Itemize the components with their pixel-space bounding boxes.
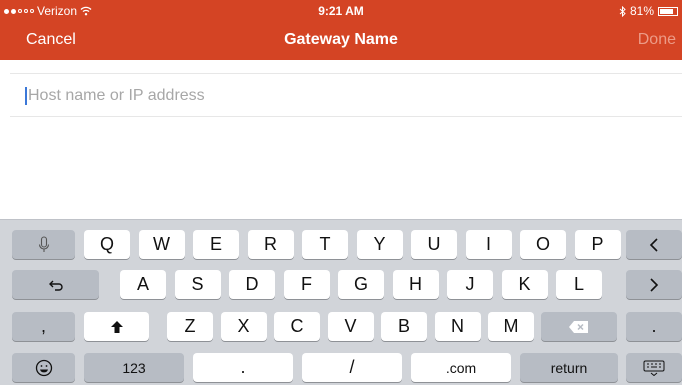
hide-keyboard-key[interactable] bbox=[626, 353, 682, 382]
undo-icon bbox=[48, 280, 63, 291]
chevron-right-icon bbox=[650, 277, 659, 292]
key-o[interactable]: O bbox=[520, 230, 566, 259]
shift-key[interactable] bbox=[84, 312, 149, 341]
dotcom-key-label: .com bbox=[445, 359, 477, 376]
key-label: G bbox=[353, 274, 368, 294]
key-f[interactable]: F bbox=[283, 270, 330, 299]
key-u[interactable]: U bbox=[411, 230, 457, 259]
previous-field-key[interactable] bbox=[626, 230, 682, 259]
header: Verizon 9:21 AM 81% Cancel Gateway Name … bbox=[0, 0, 682, 60]
key-label: L bbox=[573, 274, 584, 294]
key-label: X bbox=[237, 316, 250, 336]
key-p[interactable]: P bbox=[574, 230, 621, 259]
key-label: F bbox=[301, 274, 312, 294]
status-bar: Verizon 9:21 AM 81% bbox=[0, 0, 682, 22]
key-label: C bbox=[290, 316, 304, 336]
dot-key[interactable]: . bbox=[193, 353, 293, 382]
key-i[interactable]: I bbox=[465, 230, 512, 259]
key-t[interactable]: T bbox=[302, 230, 348, 259]
key-label: E bbox=[209, 234, 222, 254]
key-label: T bbox=[319, 234, 331, 254]
undo-key[interactable] bbox=[12, 270, 99, 299]
navigation-bar: Cancel Gateway Name Done bbox=[0, 22, 682, 60]
key-l[interactable]: L bbox=[556, 270, 602, 299]
keyboard-hide-icon bbox=[643, 360, 665, 376]
key-j[interactable]: J bbox=[447, 270, 493, 299]
delete-key[interactable] bbox=[541, 312, 617, 341]
key-label: D bbox=[245, 274, 259, 294]
key-label: N bbox=[451, 316, 464, 336]
key-w[interactable]: W bbox=[138, 230, 185, 259]
chevron-left-icon bbox=[649, 237, 658, 252]
numbers-key-label: 123 bbox=[122, 359, 146, 376]
page-title: Gateway Name bbox=[284, 31, 398, 48]
next-field-key[interactable] bbox=[626, 270, 682, 299]
key-s[interactable]: S bbox=[174, 270, 221, 299]
key-h[interactable]: H bbox=[392, 270, 439, 299]
battery-percent: 81% bbox=[629, 4, 654, 18]
keyboard: Q W E R T Y U I O P A S D F G H J K L , Z X C V B N M . 123 . /… bbox=[0, 219, 682, 385]
dotcom-key[interactable]: .com bbox=[411, 353, 511, 382]
key-x[interactable]: X bbox=[220, 312, 267, 341]
key-k[interactable]: K bbox=[501, 270, 548, 299]
key-label: B bbox=[397, 316, 410, 336]
emoji-icon bbox=[35, 359, 52, 376]
bluetooth-icon bbox=[619, 5, 626, 17]
key-d[interactable]: D bbox=[229, 270, 275, 299]
return-key[interactable]: return bbox=[520, 353, 618, 382]
comma-key[interactable]: , bbox=[12, 312, 75, 341]
key-label: P bbox=[591, 234, 604, 254]
key-a[interactable]: A bbox=[120, 270, 166, 299]
numbers-key[interactable]: 123 bbox=[84, 353, 184, 382]
key-label: O bbox=[535, 234, 550, 254]
key-label: Y bbox=[373, 234, 386, 254]
battery-info: 81% bbox=[619, 4, 678, 18]
key-label: M bbox=[503, 316, 519, 336]
key-v[interactable]: V bbox=[327, 312, 374, 341]
key-n[interactable]: N bbox=[434, 312, 481, 341]
slash-key[interactable]: / bbox=[302, 353, 402, 382]
dot-key-label: . bbox=[240, 357, 246, 377]
key-label: J bbox=[465, 274, 475, 294]
period-key[interactable]: . bbox=[626, 312, 682, 341]
done-button[interactable]: Done bbox=[638, 31, 676, 49]
status-time: 9:21 AM bbox=[318, 4, 364, 18]
key-m[interactable]: M bbox=[488, 312, 534, 341]
emoji-key[interactable] bbox=[12, 353, 75, 382]
comma-key-label: , bbox=[40, 316, 46, 336]
key-c[interactable]: C bbox=[274, 312, 320, 341]
return-key-label: return bbox=[550, 359, 588, 376]
key-label: V bbox=[344, 316, 357, 336]
delete-icon bbox=[569, 320, 588, 333]
key-label: R bbox=[264, 234, 277, 254]
key-label: W bbox=[153, 234, 170, 254]
key-q[interactable]: Q bbox=[84, 230, 130, 259]
key-label: S bbox=[191, 274, 204, 294]
key-label: Z bbox=[184, 316, 196, 336]
slash-key-label: / bbox=[349, 357, 355, 377]
shift-icon bbox=[110, 320, 123, 333]
key-label: K bbox=[518, 274, 531, 294]
host-input[interactable] bbox=[28, 82, 628, 110]
key-label: H bbox=[409, 274, 422, 294]
key-g[interactable]: G bbox=[338, 270, 384, 299]
key-e[interactable]: E bbox=[193, 230, 239, 259]
key-label: A bbox=[136, 274, 149, 294]
battery-icon bbox=[658, 6, 678, 16]
key-b[interactable]: B bbox=[381, 312, 427, 341]
period-key-label: . bbox=[651, 316, 657, 336]
key-z[interactable]: Z bbox=[167, 312, 213, 341]
microphone-key[interactable] bbox=[12, 230, 75, 259]
key-y[interactable]: Y bbox=[356, 230, 403, 259]
key-label: Q bbox=[99, 234, 114, 254]
host-input-row bbox=[10, 73, 682, 117]
text-caret bbox=[25, 87, 27, 105]
key-label: U bbox=[427, 234, 441, 254]
key-r[interactable]: R bbox=[247, 230, 294, 259]
key-label: I bbox=[485, 234, 491, 254]
microphone-icon bbox=[38, 235, 49, 252]
